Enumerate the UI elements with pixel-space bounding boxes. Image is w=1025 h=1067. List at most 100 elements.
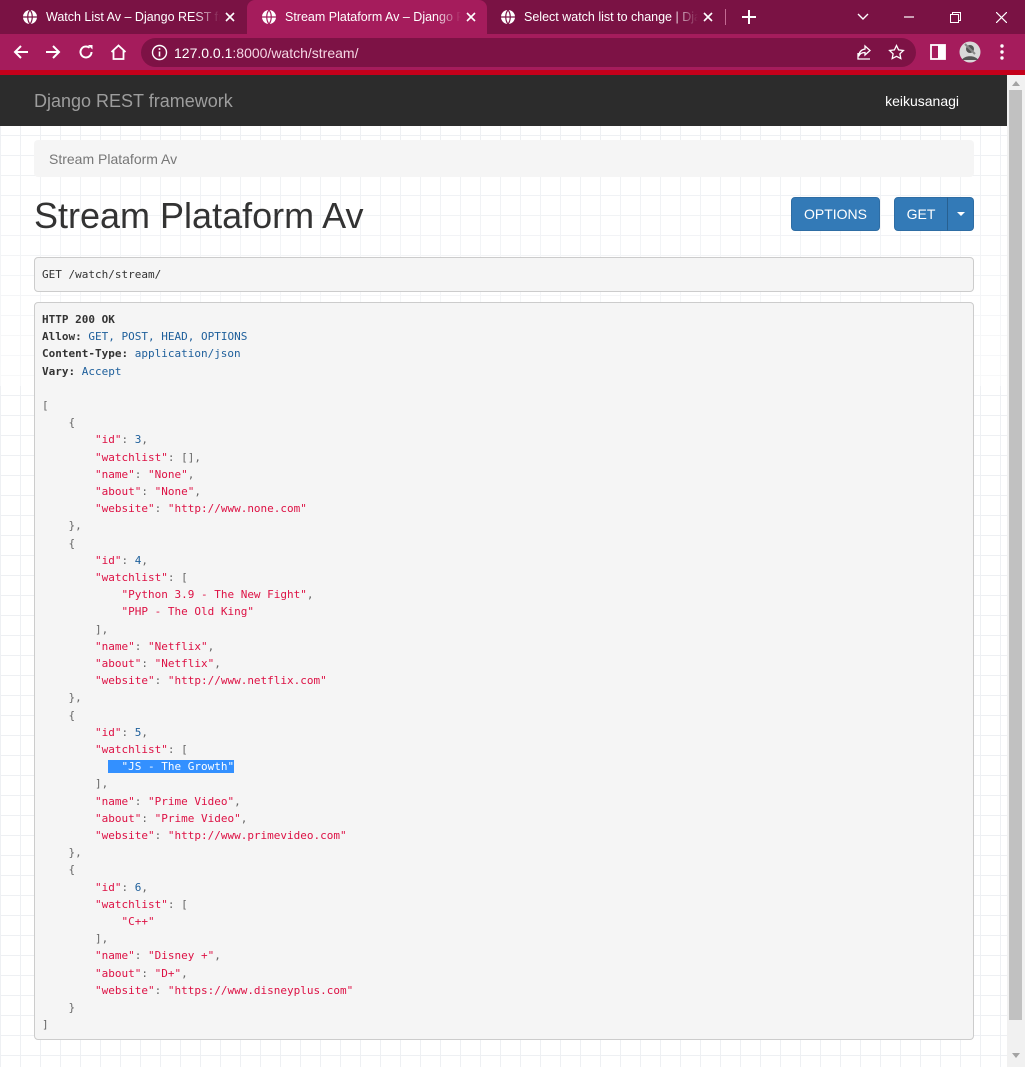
- globe-icon: [262, 9, 276, 25]
- response-header: Vary: Accept: [42, 363, 122, 380]
- json-object-open: {: [68, 863, 76, 877]
- json-key: "about": [94, 657, 142, 670]
- browser-tab-strip: Watch List Av – Django REST framework St…: [0, 0, 1025, 34]
- tab-separator: [725, 9, 726, 25]
- brand-link[interactable]: Django REST framework: [34, 91, 233, 112]
- browser-toolbar: 127.0.0.1:8000/watch/stream/: [0, 34, 1025, 70]
- home-icon: [110, 44, 126, 60]
- json-field-name: "name": "None",: [94, 467, 195, 481]
- browser-tab-stream-plataform[interactable]: Stream Plataform Av – Django REST framew…: [247, 0, 487, 34]
- json-object-close: },: [68, 691, 82, 705]
- json-key: "website": [94, 502, 155, 516]
- browser-tab-watch-list[interactable]: Watch List Av – Django REST framework: [8, 0, 246, 34]
- request-path: /watch/stream/: [68, 268, 162, 281]
- json-array-item: "JS - The Growth": [42, 758, 235, 775]
- restore-button[interactable]: [932, 0, 978, 34]
- json-field-website: "website": "http://www.netflix.com": [94, 674, 327, 688]
- json-array-item: "PHP - The Old King": [42, 603, 254, 620]
- json-value: "PHP - The Old King": [121, 605, 254, 619]
- json-key: "id": [94, 725, 122, 739]
- user-menu[interactable]: keikusanagi: [885, 93, 959, 109]
- json-field-watchlist: "watchlist": [: [94, 743, 188, 756]
- close-window-button[interactable]: [978, 0, 1024, 34]
- vertical-scrollbar[interactable]: [1007, 75, 1025, 1067]
- share-icon[interactable]: [856, 44, 873, 61]
- json-object-open: {: [68, 708, 76, 722]
- json-array-item: "Python 3.9 - The New Fight",: [121, 588, 314, 602]
- close-icon[interactable]: [220, 7, 240, 27]
- header-value: GET, POST, HEAD, OPTIONS: [88, 330, 248, 344]
- json-object-close: }: [68, 1001, 76, 1014]
- header-key: Vary:: [42, 364, 76, 378]
- header-value: Accept: [81, 364, 122, 378]
- url-host: 127.0.0.1: [174, 45, 233, 61]
- json-field-watchlist: "watchlist": [: [94, 897, 188, 911]
- breadcrumb-item-active: Stream Plataform Av: [49, 151, 178, 167]
- request-method: GET: [42, 268, 62, 281]
- json-field-name: "name": "Netflix",: [94, 639, 215, 653]
- info-icon[interactable]: [151, 44, 168, 61]
- json-field-name: "name": "Disney +",: [94, 949, 221, 963]
- globe-icon: [501, 9, 515, 25]
- json-open: [: [42, 399, 49, 412]
- response-header: Content-Type: application/json: [42, 345, 241, 362]
- json-key: "id": [94, 433, 122, 447]
- json-value: "None": [154, 485, 195, 498]
- bookmark-star-icon[interactable]: [888, 44, 905, 61]
- minimize-icon: [904, 16, 914, 18]
- scrollbar-thumb[interactable]: [1009, 90, 1022, 1020]
- profile-button[interactable]: [958, 40, 982, 64]
- minimize-button[interactable]: [886, 0, 932, 34]
- json-field-name: "name": "Prime Video",: [94, 794, 241, 808]
- json-value: "D+": [154, 966, 182, 980]
- json-field-watchlist: "watchlist": [: [94, 571, 188, 584]
- response-info: HTTP 200 OK Allow: GET, POST, HEAD, OPTIO…: [34, 302, 974, 1040]
- side-panel-button[interactable]: [926, 40, 950, 64]
- close-icon[interactable]: [461, 7, 481, 27]
- header-key: Content-Type:: [42, 347, 129, 361]
- restore-icon: [949, 11, 961, 23]
- json-object-open: {: [68, 536, 76, 550]
- url-text[interactable]: 127.0.0.1:8000/watch/stream/: [174, 45, 358, 61]
- reload-button[interactable]: [74, 40, 98, 64]
- json-field-about: "about": "Prime Video",: [94, 811, 248, 825]
- json-field-id: "id": 5,: [94, 725, 148, 739]
- json-field-website: "website": "http://www.none.com": [94, 502, 307, 516]
- json-field-about: "about": "D+",: [94, 966, 188, 980]
- tab-title: Watch List Av – Django REST framework: [46, 10, 220, 24]
- selected-text: "JS - The Growth": [108, 760, 235, 774]
- options-button[interactable]: OPTIONS: [791, 197, 880, 231]
- back-button[interactable]: [9, 40, 33, 64]
- json-key: "watchlist": [94, 571, 168, 584]
- json-value: "Netflix": [154, 657, 215, 670]
- browser-tab-select-watch-list[interactable]: Select watch list to change | Django sit…: [486, 0, 724, 34]
- chevron-down-icon: [857, 13, 869, 20]
- drf-navbar: Django REST framework keikusanagi: [0, 75, 1007, 126]
- json-object-open: {: [68, 416, 76, 430]
- json-key: "watchlist": [94, 897, 168, 911]
- close-icon[interactable]: [698, 7, 718, 27]
- browser-menu-button[interactable]: [990, 40, 1014, 64]
- plus-icon: [742, 10, 756, 24]
- get-button[interactable]: GET: [894, 197, 948, 231]
- json-key: "id": [94, 553, 122, 567]
- tab-search-button[interactable]: [840, 0, 886, 34]
- address-bar[interactable]: 127.0.0.1:8000/watch/stream/: [141, 38, 916, 67]
- tab-title: Stream Plataform Av – Django REST framew…: [285, 10, 461, 24]
- forward-button[interactable]: [41, 40, 65, 64]
- json-key: "name": [94, 949, 135, 963]
- home-button[interactable]: [106, 40, 130, 64]
- json-field-website: "website": "https://www.disneyplus.com": [94, 983, 354, 997]
- json-close: ]: [42, 1018, 49, 1032]
- scroll-down-icon[interactable]: [1012, 1053, 1020, 1058]
- json-key: "website": [94, 983, 155, 997]
- side-panel-icon: [930, 44, 946, 60]
- json-key: "about": [94, 966, 142, 980]
- new-tab-button[interactable]: [737, 5, 761, 29]
- response-status: HTTP 200 OK: [42, 311, 115, 328]
- json-value: "Prime Video": [154, 811, 241, 825]
- get-format-dropdown[interactable]: [947, 197, 974, 231]
- json-value: "http://www.netflix.com": [167, 674, 327, 688]
- scroll-up-icon[interactable]: [1012, 81, 1020, 86]
- json-key: "name": [94, 467, 135, 481]
